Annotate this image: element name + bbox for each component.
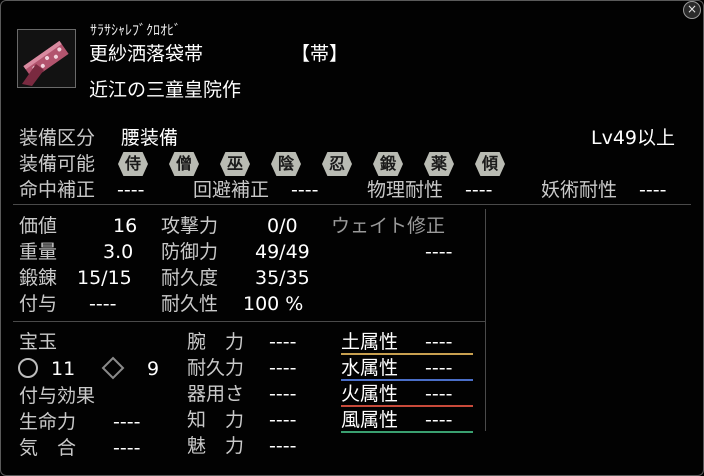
earth-underline <box>341 353 473 355</box>
item-maker: 近江の三童皇院作 <box>89 79 242 101</box>
effect-value: ---- <box>113 411 141 433</box>
element-label: 火属性 <box>341 383 399 405</box>
element-value: ---- <box>425 383 453 405</box>
weight-fix-value: ---- <box>425 241 453 263</box>
class-badge: 侍 <box>118 152 148 176</box>
stat-value: 16 <box>113 215 138 237</box>
correction-value: ---- <box>639 179 667 201</box>
sash-item-icon <box>17 29 76 88</box>
diamond-slot-icon <box>101 356 125 380</box>
weight-fix-label: ウェイト修正 <box>331 215 446 237</box>
item-tooltip-panel: × ｻﾗｻｼｬﾚﾌﾞｸﾛｵﾋﾞ 更紗洒落袋帯 【帯】 近江の三童皇院作 装備区分… <box>0 0 704 476</box>
correction-label: 回避補正 <box>193 179 270 201</box>
stat-label: 防御力 <box>161 241 219 263</box>
stat-label: 鍛錬 <box>19 267 58 289</box>
correction-value: ---- <box>465 179 493 201</box>
item-slot-tag: 【帯】 <box>291 43 349 65</box>
stat-value: 0/0 <box>267 215 298 237</box>
elements-divider <box>485 321 486 431</box>
attribute-label: 器用さ <box>187 383 245 405</box>
attribute-label: 魅 力 <box>187 435 245 457</box>
correction-value: ---- <box>291 179 319 201</box>
equip-category-label: 装備区分 <box>19 127 96 149</box>
stat-label: 価値 <box>19 215 58 237</box>
stat-value: 3.0 <box>103 241 134 263</box>
attribute-label: 知 力 <box>187 409 245 431</box>
stat-value: 49/49 <box>255 241 310 263</box>
class-badge: 薬 <box>424 152 454 176</box>
stat-label: 耐久度 <box>161 267 219 289</box>
stat-label: 攻撃力 <box>161 215 219 237</box>
stat-value: 35/35 <box>255 267 310 289</box>
stat-label: 付与 <box>19 293 58 315</box>
attribute-label: 耐久力 <box>187 357 245 379</box>
correction-label: 妖術耐性 <box>541 179 618 201</box>
class-badge: 巫 <box>220 152 250 176</box>
correction-value: ---- <box>117 179 145 201</box>
element-value: ---- <box>425 409 453 431</box>
effect-value: ---- <box>113 437 141 459</box>
fire-underline <box>341 405 473 407</box>
class-badge: 鍛 <box>373 152 403 176</box>
level-requirement: Lv49以上 <box>591 127 676 149</box>
diamond-gem-count: 9 <box>147 358 160 380</box>
stat-label: 重量 <box>19 241 58 263</box>
class-badge: 陰 <box>271 152 301 176</box>
element-label: 水属性 <box>341 357 399 379</box>
stat-value: ---- <box>89 293 117 315</box>
attribute-value: ---- <box>269 357 297 379</box>
correction-label: 物理耐性 <box>367 179 444 201</box>
close-icon[interactable]: × <box>683 1 701 19</box>
class-badge: 忍 <box>322 152 352 176</box>
circle-gem-count: 11 <box>51 358 76 380</box>
attribute-value: ---- <box>269 435 297 457</box>
attribute-value: ---- <box>269 409 297 431</box>
element-label: 土属性 <box>341 331 399 353</box>
correction-label: 命中補正 <box>19 179 96 201</box>
usable-classes-label: 装備可能 <box>19 153 96 175</box>
wind-underline <box>341 431 473 433</box>
effect-label: 生命力 <box>19 411 77 433</box>
class-badge: 僧 <box>169 152 199 176</box>
stat-label: 耐久性 <box>161 293 219 315</box>
effect-label: 気 合 <box>19 437 77 459</box>
water-underline <box>341 379 473 381</box>
gems-label: 宝玉 <box>19 331 58 353</box>
effects-label: 付与効果 <box>19 385 96 407</box>
element-value: ---- <box>425 357 453 379</box>
element-value: ---- <box>425 331 453 353</box>
stat-value: 15/15 <box>77 267 132 289</box>
stat-value: 100 % <box>243 293 304 315</box>
attribute-value: ---- <box>269 331 297 353</box>
attribute-value: ---- <box>269 383 297 405</box>
equip-category-value: 腰装備 <box>121 127 179 149</box>
element-label: 風属性 <box>341 409 399 431</box>
section-divider <box>13 321 485 322</box>
attribute-label: 腕 力 <box>187 331 245 353</box>
stats-divider <box>485 209 486 321</box>
section-divider <box>13 204 691 205</box>
item-name: 更紗洒落袋帯 <box>89 43 204 65</box>
class-badge: 傾 <box>475 152 505 176</box>
item-reading: ｻﾗｻｼｬﾚﾌﾞｸﾛｵﾋﾞ <box>90 23 181 39</box>
circle-slot-icon <box>18 358 38 378</box>
